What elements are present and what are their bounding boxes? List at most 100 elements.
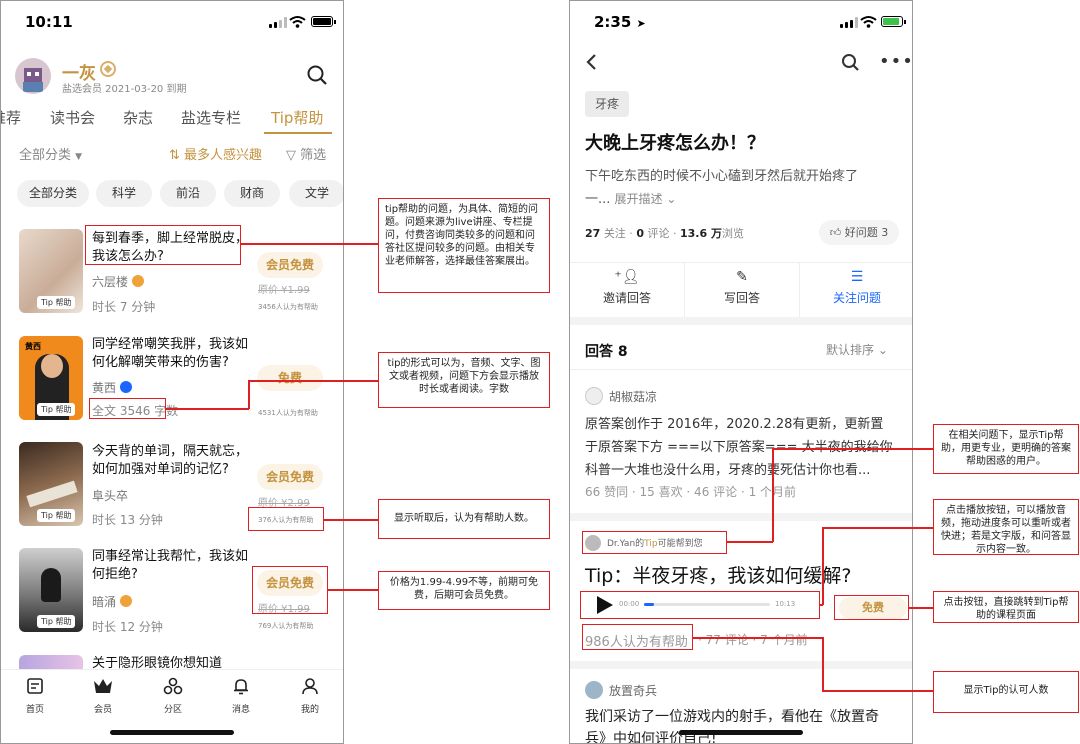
expand-label: 展开描述	[614, 192, 663, 206]
thumb-text: 黄西	[25, 342, 41, 351]
annotation-line	[241, 243, 378, 245]
section-gap	[570, 317, 912, 325]
tab-column[interactable]: 盐选专栏	[181, 107, 241, 128]
zone-icon	[163, 677, 183, 695]
edit-icon: ✎	[736, 269, 748, 285]
annotation-note: 在相关问题下，显示Tip帮助，用更专业，更明确的答案帮助困惑的用户。	[933, 424, 1079, 474]
view-label: 浏览	[721, 227, 744, 240]
answer-author[interactable]: 胡椒菇凉	[609, 388, 657, 405]
item-author: 六层楼	[92, 273, 145, 290]
annotation-line	[727, 541, 773, 543]
location-arrow-icon: ➤	[636, 17, 646, 30]
chip-all[interactable]: 全部分类	[17, 180, 89, 207]
tip-meta: · 77 评论 · 7 个月前	[698, 633, 808, 647]
filter-button[interactable]: ▽ 筛选	[286, 144, 326, 163]
member-free-button[interactable]: 会员免费	[257, 252, 323, 278]
annotation-highlight	[582, 531, 727, 554]
search-icon[interactable]	[841, 53, 860, 72]
author-avatar[interactable]	[585, 387, 603, 405]
signal-icon	[269, 17, 287, 28]
nav-label: 分区	[163, 705, 182, 715]
annotation-note: 显示听取后，认为有帮助人数。	[378, 499, 550, 539]
write-answer-button[interactable]: ✎ 写回答	[685, 269, 799, 306]
chip-literature[interactable]: 文学	[289, 180, 343, 207]
annotation-note: tip的形式可以为，音频、文字、图文或者视频，问题下方会显示播放时长或者阅读。字…	[378, 352, 550, 408]
chip-frontier[interactable]: 前沿	[160, 180, 216, 207]
chip-science[interactable]: 科学	[96, 180, 152, 207]
annotation-line	[248, 380, 378, 382]
answer-author[interactable]: 放置奇兵	[609, 682, 657, 699]
good-question-button[interactable]: 👍︎ 好问题 3	[819, 220, 899, 245]
nav-home[interactable]: 首页	[12, 677, 58, 715]
item-thumbnail[interactable]: Tip 帮助	[19, 548, 83, 632]
search-icon[interactable]	[306, 64, 328, 86]
member-free-button[interactable]: 会员免费	[257, 464, 323, 490]
nav-member[interactable]: 会员	[80, 677, 126, 715]
annotation-highlight	[580, 591, 820, 619]
item-thumbnail[interactable]: Tip 帮助	[19, 442, 83, 526]
annotation-note: 显示Tip的认可人数	[933, 671, 1079, 713]
annotation-highlight	[252, 566, 328, 614]
tip-tag: Tip 帮助	[37, 403, 76, 416]
author-name: 黄西	[92, 381, 117, 395]
answer-excerpt[interactable]: 我们采访了一位游戏内的射手，看他在《放置奇 兵》中如何评价自己!	[585, 706, 879, 743]
nav-messages[interactable]: 消息	[218, 677, 264, 715]
annotation-line	[822, 690, 934, 692]
item-title[interactable]: 今天背的单词，隔天就忘，如何加强对单词的记忆?	[92, 443, 250, 479]
tip-tag: Tip 帮助	[37, 615, 76, 628]
tip-tag: Tip 帮助	[37, 296, 76, 309]
nav-me[interactable]: 我的	[287, 677, 333, 715]
annotation-highlight	[89, 398, 166, 419]
sort-dropdown[interactable]: 默认排序 ⌄	[826, 341, 888, 358]
item-title[interactable]: 同学经常嘲笑我胖，我该如何化解嘲笑带来的伤害?	[92, 336, 252, 372]
nav-label: 首页	[25, 705, 44, 715]
expand-description[interactable]: 展开描述 ⌄	[615, 192, 677, 206]
tab-book-club[interactable]: 读书会	[50, 107, 95, 128]
sort-button[interactable]: ⇅ 最多人感兴趣	[169, 144, 262, 163]
tab-recommend[interactable]: 推荐	[1, 107, 21, 128]
chip-finance[interactable]: 财商	[224, 180, 280, 207]
invite-answer-button[interactable]: ⁺👤︎ 邀请回答	[570, 269, 684, 306]
section-gap	[570, 513, 912, 521]
tab-tip-help[interactable]: Tip帮助	[271, 107, 323, 128]
comment-count: 0	[636, 227, 644, 240]
sort-label: 最多人感兴趣	[184, 148, 263, 163]
tip-title[interactable]: Tip：半夜牙疼，我该如何缓解?	[585, 561, 851, 588]
item-thumbnail[interactable]: Tip 帮助	[19, 229, 83, 313]
annotation-line	[324, 519, 378, 521]
excerpt-line: 原答案创作于 2016年，2020.2.28有更新，更新置	[585, 417, 884, 432]
status-time: 10:11	[25, 13, 73, 31]
signal-icon	[840, 17, 858, 28]
thumbs-up-icon: 👍︎	[829, 226, 842, 239]
category-dropdown[interactable]: 全部分类 ▼	[19, 144, 82, 163]
item-thumbnail[interactable]: 黄西 Tip 帮助	[19, 336, 83, 420]
more-icon[interactable]: •••	[879, 51, 912, 72]
nav-zone[interactable]: 分区	[150, 677, 196, 715]
section-gap	[570, 661, 912, 669]
item-duration: 时长 12 分钟	[92, 620, 163, 634]
battery-charging-icon	[881, 16, 906, 27]
question-desc-more: 一... 展开描述 ⌄	[585, 188, 676, 207]
annotation-line	[166, 408, 249, 410]
annotation-highlight	[582, 624, 693, 650]
topic-tag[interactable]: 牙疼	[585, 91, 630, 117]
back-icon[interactable]	[584, 53, 598, 71]
item-title[interactable]: 同事经常让我帮忙，我该如何拒绝?	[92, 548, 250, 584]
bell-icon	[234, 679, 248, 695]
category-label: 全部分类	[19, 148, 72, 163]
tip-tag: Tip 帮助	[37, 509, 76, 522]
crown-icon	[94, 679, 112, 693]
home-indicator	[679, 730, 803, 735]
follow-question-button[interactable]: ☰ 关注问题	[800, 269, 912, 306]
annotation-line	[909, 607, 934, 609]
annotation-note: tip帮助的问题，为具体、简短的问题。问题来源为live讲座、专栏提问，付费咨询…	[378, 198, 550, 293]
author-avatar[interactable]	[585, 681, 603, 699]
avatar[interactable]	[15, 58, 51, 94]
annotation-line	[248, 380, 250, 409]
member-badge-icon	[100, 61, 116, 77]
tab-magazine[interactable]: 杂志	[123, 107, 153, 128]
annotation-line	[822, 527, 824, 605]
annotation-highlight	[834, 595, 909, 620]
left-phone-screen: 10:11 一灰 盐选会员 2021-03-20 到期 推荐 读书会 杂志 盐选…	[0, 0, 344, 744]
free-button[interactable]: 免费	[257, 365, 323, 391]
